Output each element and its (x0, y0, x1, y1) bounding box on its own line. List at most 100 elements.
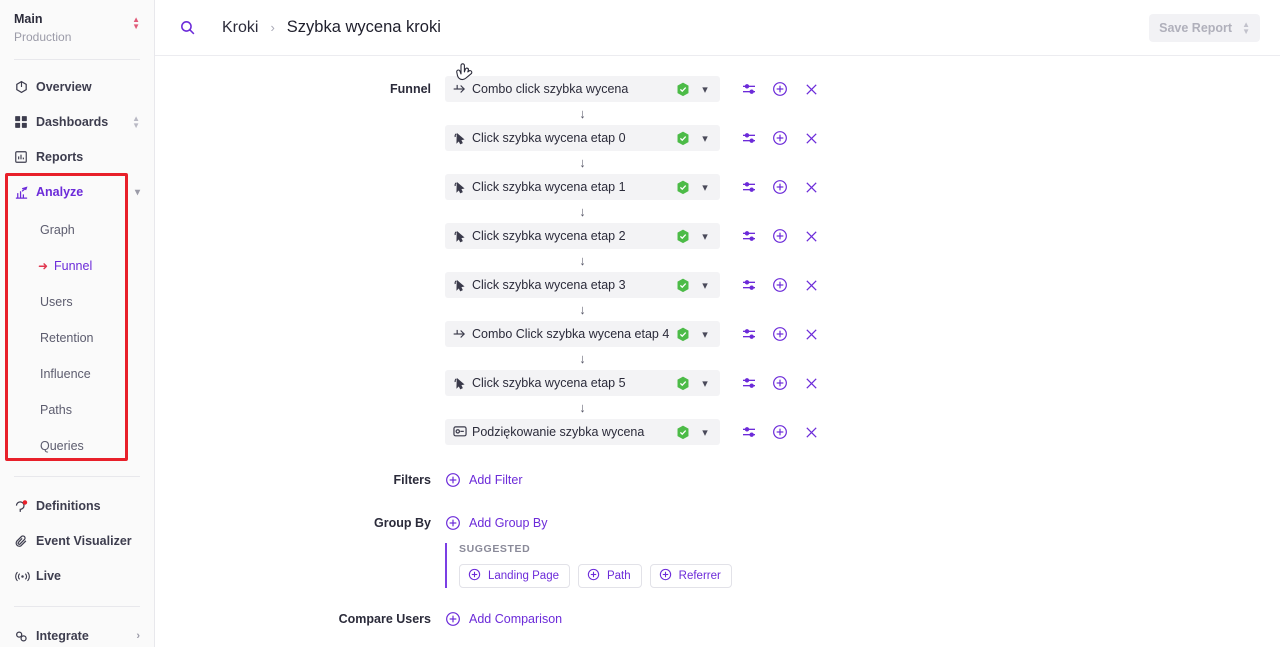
funnel-step-5[interactable]: Combo Click szybka wycena etap 4 ▾ (445, 321, 720, 347)
dashboards-grid-icon (14, 115, 36, 129)
funnel-step-row: Click szybka wycena etap 2 ▾ (155, 223, 1280, 249)
chevron-down-icon[interactable]: ▾ (698, 279, 712, 292)
chevron-down-icon[interactable]: ▾ (698, 426, 712, 439)
filter-settings-icon[interactable] (740, 80, 758, 98)
add-group-by-button[interactable]: Add Group By (445, 515, 548, 531)
sidebar-item-overview[interactable]: Overview (0, 70, 154, 105)
remove-step-icon[interactable] (802, 129, 820, 147)
suggested-title: SUGGESTED (459, 543, 531, 555)
click-cursor-icon (452, 180, 472, 195)
remove-step-icon[interactable] (802, 178, 820, 196)
chevron-down-icon[interactable]: ▾ (698, 230, 712, 243)
add-filter-button[interactable]: Add Filter (445, 472, 523, 488)
plus-circle-icon (587, 568, 600, 584)
funnel-step-3[interactable]: Click szybka wycena etap 2 ▾ (445, 223, 720, 249)
funnel-step-label: Podziękowanie szybka wycena (472, 425, 645, 439)
breadcrumb-separator: › (270, 20, 275, 35)
funnel-step-2[interactable]: Click szybka wycena etap 1 ▾ (445, 174, 720, 200)
funnel-step-4[interactable]: Click szybka wycena etap 3 ▾ (445, 272, 720, 298)
remove-step-icon[interactable] (802, 227, 820, 245)
arrow-down-icon: ↓ (579, 106, 586, 121)
remove-step-icon[interactable] (802, 325, 820, 343)
add-filter-label: Add Filter (469, 473, 523, 487)
sidebar-item-dashboards[interactable]: Dashboards ▲ ▼ (0, 105, 154, 140)
reports-chart-icon (14, 150, 36, 164)
filter-settings-icon[interactable] (740, 374, 758, 392)
main-panel: Kroki › Szybka wycena kroki Save Report … (155, 0, 1280, 647)
sidebar-subitem-users[interactable]: Users (0, 284, 154, 320)
add-group-by-label: Add Group By (469, 516, 548, 530)
funnel-step-connector: ↓ (155, 249, 1280, 272)
sidebar-subitem-funnel[interactable]: ➜ Funnel (0, 248, 154, 284)
plus-circle-icon (659, 568, 672, 584)
sidebar-item-label: Reports (36, 150, 84, 165)
suggestion-chip-path[interactable]: Path (577, 564, 642, 588)
workspace-selector[interactable]: Main Production ▲ ▼ (0, 0, 154, 55)
filters-label: Filters (393, 473, 431, 487)
click-cursor-icon (452, 229, 472, 244)
sidebar-subitem-graph[interactable]: Graph (0, 212, 154, 248)
add-comparison-button[interactable]: Add Comparison (445, 611, 562, 627)
updown-chevron-icon: ▲ ▼ (1242, 19, 1250, 36)
event-visualizer-paperclip-icon (14, 534, 36, 549)
add-step-icon[interactable] (771, 129, 789, 147)
sidebar-subitem-influence[interactable]: Influence (0, 356, 154, 392)
remove-step-icon[interactable] (802, 423, 820, 441)
filter-settings-icon[interactable] (740, 423, 758, 441)
filter-settings-icon[interactable] (740, 276, 758, 294)
search-icon[interactable] (179, 19, 196, 36)
remove-step-icon[interactable] (802, 276, 820, 294)
updown-chevron-icon[interactable]: ▲ ▼ (132, 12, 140, 31)
chevron-down-icon[interactable]: ▾ (698, 83, 712, 96)
remove-step-icon[interactable] (802, 80, 820, 98)
add-step-icon[interactable] (771, 227, 789, 245)
funnel-step-connector: ↓ (155, 347, 1280, 370)
add-step-icon[interactable] (771, 325, 789, 343)
chevron-down-icon[interactable]: ▾ (698, 132, 712, 145)
remove-step-icon[interactable] (802, 374, 820, 392)
suggestion-chip-landing-page[interactable]: Landing Page (459, 564, 570, 588)
sidebar-primary-nav: Overview Dashboards ▲ ▼ Reports Analyze … (0, 60, 154, 647)
arrow-down-icon: ↓ (579, 204, 586, 219)
sidebar-item-integrate[interactable]: Integrate › (0, 619, 154, 647)
sidebar-item-label: Analyze (36, 185, 84, 200)
funnel-step-0[interactable]: Combo click szybka wycena ▾ (445, 76, 720, 102)
funnel-step-1[interactable]: Click szybka wycena etap 0 ▾ (445, 125, 720, 151)
filter-settings-icon[interactable] (740, 129, 758, 147)
breadcrumb-parent[interactable]: Kroki (222, 19, 258, 37)
sidebar-subitem-label: Influence (40, 366, 91, 381)
chevron-down-icon[interactable]: ▾ (698, 377, 712, 390)
chevron-down-icon[interactable]: ▾ (698, 328, 712, 341)
sidebar-subitem-retention[interactable]: Retention (0, 320, 154, 356)
sidebar-item-definitions[interactable]: Definitions (0, 489, 154, 524)
filter-settings-icon[interactable] (740, 178, 758, 196)
add-step-icon[interactable] (771, 374, 789, 392)
filter-settings-icon[interactable] (740, 227, 758, 245)
sidebar-item-analyze[interactable]: Analyze ▾ (0, 175, 154, 210)
funnel-section-label: Funnel (390, 82, 431, 96)
save-report-button[interactable]: Save Report ▲ ▼ (1149, 13, 1260, 42)
sidebar-subitem-paths[interactable]: Paths (0, 392, 154, 428)
add-step-icon[interactable] (771, 80, 789, 98)
sidebar-subitem-queries[interactable]: Queries (0, 428, 154, 464)
add-step-icon[interactable] (771, 423, 789, 441)
verified-check-badge-icon (676, 131, 690, 146)
funnel-steps-section: Funnel Combo click szybka wycena ▾ ↓ Cli… (155, 76, 1280, 445)
add-step-icon[interactable] (771, 276, 789, 294)
chevron-right-icon[interactable]: › (136, 630, 140, 642)
add-step-icon[interactable] (771, 178, 789, 196)
chevron-down-icon[interactable]: ▾ (698, 181, 712, 194)
funnel-step-row: Click szybka wycena etap 5 ▾ (155, 370, 1280, 396)
chevron-down-icon[interactable]: ▾ (135, 187, 140, 198)
updown-chevron-icon[interactable]: ▲ ▼ (132, 115, 140, 130)
funnel-step-actions (740, 129, 820, 147)
funnel-step-6[interactable]: Click szybka wycena etap 5 ▾ (445, 370, 720, 396)
sidebar-item-reports[interactable]: Reports (0, 140, 154, 175)
sidebar-item-event-visualizer[interactable]: Event Visualizer (0, 524, 154, 559)
suggestion-chip-referrer[interactable]: Referrer (649, 564, 732, 588)
sidebar-item-live[interactable]: Live (0, 559, 154, 594)
funnel-step-actions (740, 178, 820, 196)
funnel-step-7[interactable]: Podziękowanie szybka wycena ▾ (445, 419, 720, 445)
filter-settings-icon[interactable] (740, 325, 758, 343)
funnel-step-label: Click szybka wycena etap 3 (472, 278, 626, 292)
